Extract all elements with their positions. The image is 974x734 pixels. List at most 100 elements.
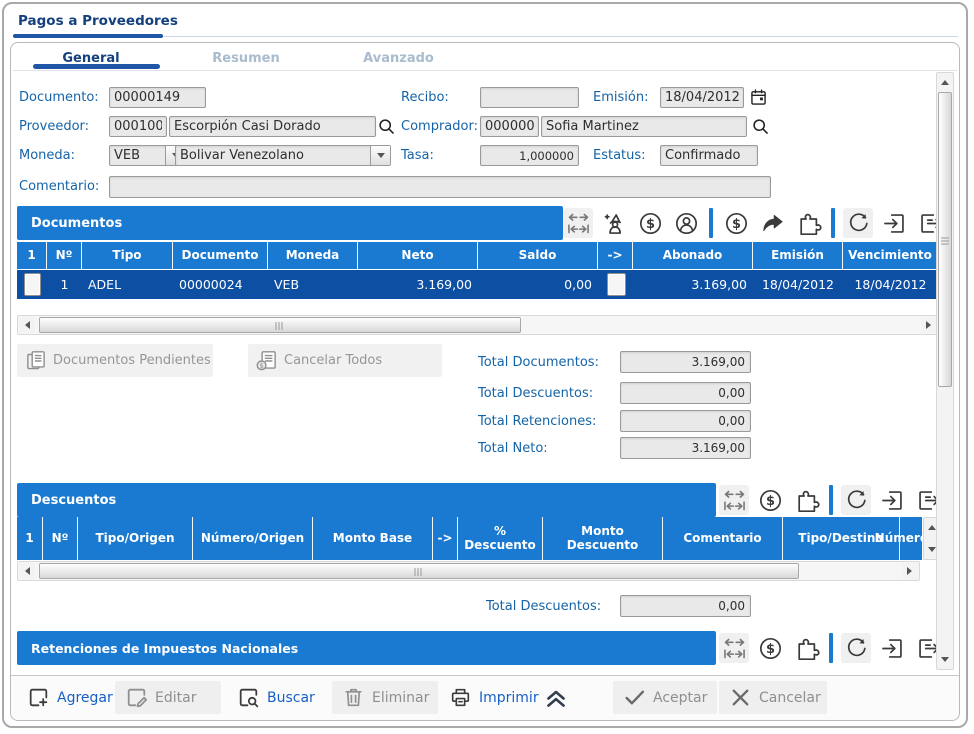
- emision-field[interactable]: [660, 87, 744, 108]
- aceptar-button[interactable]: Aceptar: [613, 681, 717, 714]
- comprador-search-icon[interactable]: [749, 115, 771, 137]
- tab-avanzado[interactable]: Avanzado: [346, 47, 451, 69]
- total-neto-field[interactable]: [620, 437, 751, 459]
- import-icon[interactable]: [877, 633, 907, 663]
- scroll-left-icon[interactable]: [19, 317, 35, 333]
- column-header[interactable]: ->: [598, 242, 633, 269]
- calendar-icon[interactable]: [747, 86, 769, 108]
- column-header[interactable]: 1: [17, 242, 47, 269]
- agregar-button[interactable]: Agregar: [17, 681, 122, 714]
- scrollbar-thumb[interactable]: [938, 92, 952, 387]
- wizard-icon[interactable]: [599, 208, 629, 238]
- proveedor-search-icon[interactable]: [375, 115, 397, 137]
- total-descuentos-field[interactable]: [620, 382, 751, 404]
- refresh-icon[interactable]: [841, 633, 871, 663]
- scrollbar-thumb[interactable]: [39, 563, 799, 579]
- buscar-button[interactable]: Buscar: [227, 681, 324, 714]
- forward-icon[interactable]: [757, 208, 787, 238]
- column-header[interactable]: Vencimiento: [843, 242, 938, 269]
- column-header[interactable]: Neto: [358, 242, 478, 269]
- trash-icon: [341, 685, 366, 710]
- buscar-label: Buscar: [267, 690, 315, 706]
- toolbar-separator: [829, 633, 833, 663]
- column-header[interactable]: Tipo/Origen: [78, 517, 193, 560]
- editar-button[interactable]: Editar: [115, 681, 221, 714]
- column-header[interactable]: Documento: [173, 242, 268, 269]
- proveedor-name-field[interactable]: [169, 116, 376, 137]
- column-header[interactable]: Abonado: [633, 242, 753, 269]
- total-retenciones-field[interactable]: [620, 410, 751, 432]
- column-header[interactable]: Monto Descuento: [543, 517, 663, 560]
- comentario-field[interactable]: [109, 176, 771, 198]
- column-header[interactable]: Número/Origen: [193, 517, 313, 560]
- recibo-field[interactable]: [480, 87, 579, 108]
- user-icon[interactable]: [671, 208, 701, 238]
- scroll-up-icon[interactable]: [938, 74, 952, 90]
- column-header[interactable]: Monto Base: [313, 517, 433, 560]
- svg-text:$: $: [766, 642, 775, 657]
- proveedor-code-field[interactable]: [109, 116, 167, 137]
- row-checkbox[interactable]: [607, 273, 626, 296]
- moneda-name-value[interactable]: [176, 146, 370, 165]
- toolbar-separator: [831, 208, 835, 238]
- table-row[interactable]: 1ADEL00000024VEB3.169,000,003.169,0018/0…: [17, 270, 938, 299]
- puzzle-icon[interactable]: [791, 485, 821, 515]
- moneda-code-value[interactable]: [110, 146, 165, 165]
- fit-columns-icon[interactable]: [563, 208, 593, 238]
- cancelar-todos-button[interactable]: $ Cancelar Todos: [248, 344, 442, 377]
- total-descuentos-label: Total Descuentos:: [478, 382, 593, 404]
- main-vscrollbar[interactable]: [936, 72, 954, 670]
- import-icon[interactable]: [879, 208, 909, 238]
- search-document-icon: [236, 685, 261, 710]
- tab-resumen[interactable]: Resumen: [196, 47, 296, 69]
- comprador-code-field[interactable]: [480, 116, 539, 137]
- column-header[interactable]: Número/Destino: [900, 517, 922, 560]
- check-icon: [622, 685, 647, 710]
- currency-icon[interactable]: $: [721, 208, 751, 238]
- chevron-down-icon[interactable]: [370, 146, 390, 165]
- column-header[interactable]: Nº: [47, 242, 82, 269]
- table-header-row: 1NºTipo/OrigenNúmero/OrigenMonto Base->%…: [17, 517, 922, 560]
- puzzle-icon[interactable]: [791, 633, 821, 663]
- column-header[interactable]: Comentario: [663, 517, 783, 560]
- scroll-right-icon[interactable]: [921, 317, 937, 333]
- currency-icon[interactable]: $: [755, 633, 785, 663]
- descuentos-hscrollbar[interactable]: [17, 561, 920, 581]
- column-header[interactable]: % Descuento: [458, 517, 543, 560]
- documentos-hscrollbar[interactable]: [17, 315, 939, 335]
- imprimir-button[interactable]: Imprimir: [439, 681, 548, 714]
- tasa-field[interactable]: [480, 145, 579, 166]
- scroll-right-icon[interactable]: [902, 563, 918, 579]
- currency-icon[interactable]: $: [755, 485, 785, 515]
- column-header[interactable]: 1: [17, 517, 43, 560]
- column-header[interactable]: Emisión: [753, 242, 843, 269]
- total-documentos-field[interactable]: [620, 351, 751, 373]
- scrollbar-thumb[interactable]: [39, 317, 521, 333]
- collapse-panel-button[interactable]: [539, 684, 573, 712]
- column-header[interactable]: ->: [433, 517, 458, 560]
- puzzle-icon[interactable]: [793, 208, 823, 238]
- tab-avanzado-label: Avanzado: [363, 51, 434, 66]
- column-header[interactable]: Nº: [43, 517, 78, 560]
- column-header[interactable]: Tipo: [82, 242, 173, 269]
- moneda-name-select[interactable]: [175, 145, 391, 166]
- x-icon: [728, 685, 753, 710]
- descuentos-total-field[interactable]: [620, 595, 751, 617]
- documento-field[interactable]: [109, 87, 206, 108]
- comprador-name-field[interactable]: [541, 116, 747, 137]
- scroll-down-icon[interactable]: [938, 652, 952, 668]
- fit-columns-icon[interactable]: [719, 485, 749, 515]
- eliminar-button[interactable]: Eliminar: [332, 681, 438, 714]
- import-icon[interactable]: [877, 485, 907, 515]
- fit-columns-icon[interactable]: [719, 633, 749, 663]
- currency-icon[interactable]: $: [635, 208, 665, 238]
- column-header[interactable]: Moneda: [268, 242, 358, 269]
- refresh-icon[interactable]: [841, 485, 871, 515]
- scroll-left-icon[interactable]: [19, 563, 35, 579]
- documentos-pendientes-button[interactable]: Documentos Pendientes: [17, 344, 213, 377]
- refresh-icon[interactable]: [843, 208, 873, 238]
- column-header[interactable]: Saldo: [478, 242, 598, 269]
- estatus-field[interactable]: [660, 145, 758, 166]
- row-checkbox[interactable]: [24, 273, 41, 296]
- cancelar-button[interactable]: Cancelar: [719, 681, 827, 714]
